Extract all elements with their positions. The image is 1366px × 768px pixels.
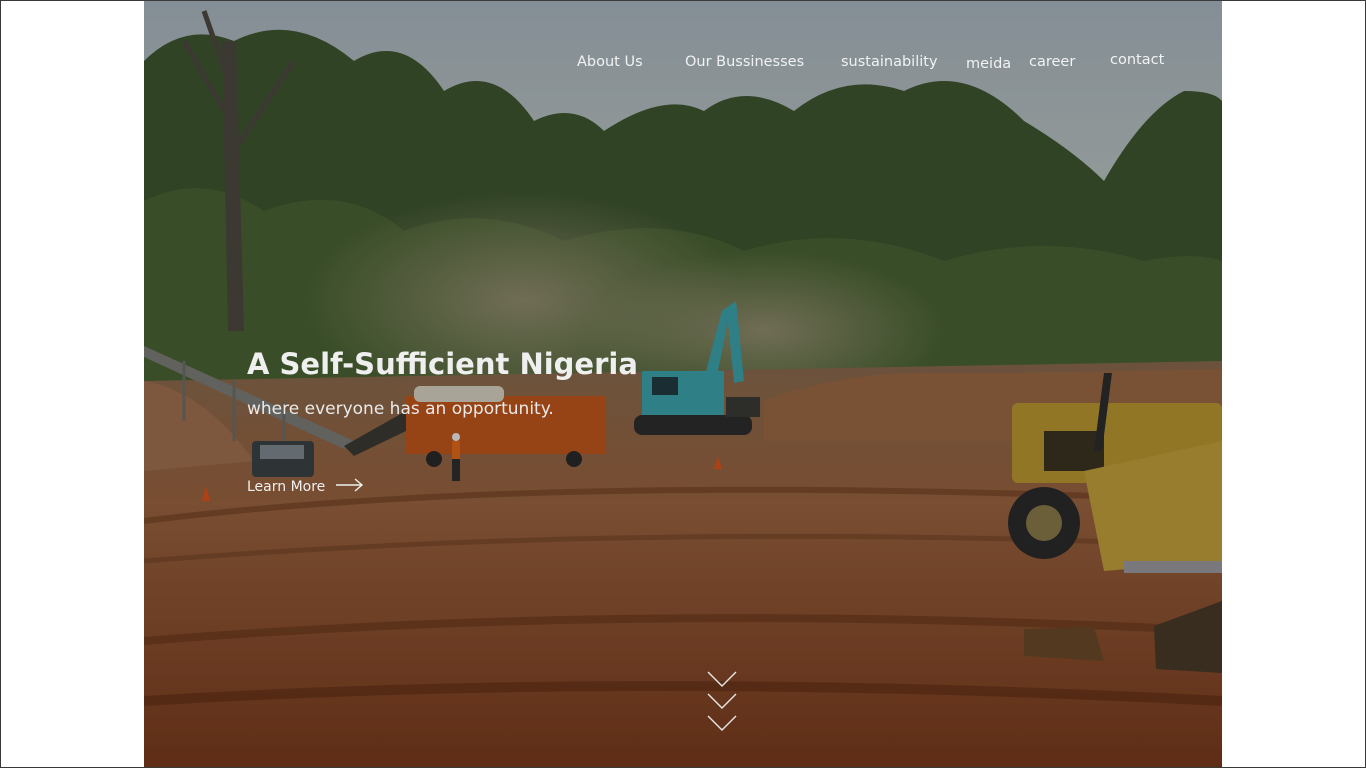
nav-item-about-us[interactable]: About Us (577, 54, 643, 70)
learn-more-label: Learn More (247, 479, 326, 495)
hero-section: About Us Our Bussinesses sustainability … (144, 1, 1222, 767)
nav-item-our-businesses[interactable]: Our Bussinesses (685, 54, 804, 70)
nav-item-career[interactable]: career (1029, 54, 1075, 70)
hero-title: A Self-Sufficient Nigeria (247, 347, 638, 381)
learn-more-link[interactable]: Learn More (247, 477, 365, 497)
arrow-right-icon (335, 477, 365, 497)
nav-item-sustainability[interactable]: sustainability (841, 54, 938, 70)
hero-subtitle: where everyone has an opportunity. (247, 399, 554, 419)
triple-chevron-down-icon[interactable] (706, 669, 738, 735)
main-navigation: About Us Our Bussinesses sustainability … (144, 1, 1222, 121)
nav-item-contact[interactable]: contact (1110, 52, 1164, 68)
nav-item-media[interactable]: meida (966, 56, 1011, 72)
page-frame: About Us Our Bussinesses sustainability … (0, 0, 1366, 768)
